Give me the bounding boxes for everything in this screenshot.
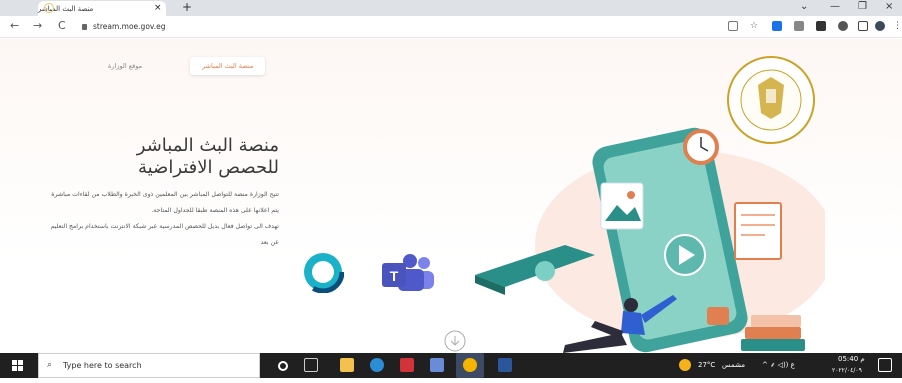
browser-tab[interactable]: منصة البث المباشر × [38,1,166,16]
minimize-button[interactable]: — [830,1,840,13]
back-button[interactable]: ← [10,19,19,33]
weather-sun-icon[interactable] [679,359,691,371]
tab-close-icon[interactable]: × [154,4,162,13]
close-window-button[interactable]: × [885,1,893,13]
profile-avatar[interactable] [875,21,885,31]
lock-icon [82,24,87,30]
extension-blue-icon[interactable] [772,21,782,31]
nav-ministry-site[interactable]: موقع الوزارة [108,57,142,75]
reload-button[interactable]: C [58,19,66,33]
address-toolbar: ← → C stream.moe.gov.eg ☆ ⋮ [0,16,902,38]
taskbar-search-box[interactable]: ⌕ Type here to search [38,353,260,378]
chrome-icon[interactable] [463,358,477,372]
task-view-icon[interactable] [304,358,318,372]
side-panel-icon[interactable] [858,21,868,31]
word-icon[interactable] [498,358,512,372]
extensions-puzzle-icon[interactable] [838,21,848,31]
store-icon[interactable] [400,358,414,372]
hero-description-line2: يتم اعلانها على هذه المنصة طبقا للجداول … [151,207,279,214]
teams-app-icon[interactable]: T [380,253,438,293]
hero-description-line4: عن بعد [260,239,279,246]
nav-stream-platform[interactable]: منصة البث المباشر [190,57,266,75]
windows-start-icon[interactable] [12,360,24,372]
url-text: stream.moe.gov.eg [93,22,166,31]
forward-button[interactable]: → [33,19,42,33]
weather-temp[interactable]: 27°C [698,353,715,378]
tray-date[interactable]: ٢٠٢٢/٠٤/٠٩ [832,358,862,383]
webpage: منصة البث المباشر موقع الوزارة منصة البث… [0,39,902,353]
search-placeholder: Type here to search [63,361,142,370]
extension-camera-icon[interactable] [794,21,804,31]
browser-tab-bar: منصة البث المباشر × + ⌄ — ❐ × [0,0,902,16]
hero-title-line2: للحصص الافتراضية [137,157,279,178]
site-favicon-icon [44,3,54,13]
svg-text:T: T [390,268,399,284]
tray-symbols[interactable]: ^ ⸙ ◁)) ع [762,353,795,378]
maximize-button[interactable]: ❐ [858,1,867,13]
file-explorer-icon[interactable] [340,358,354,372]
hero-illustration [475,127,825,353]
hero-description: تتيح الوزارة منصة للتواصل المباشر بين ال… [29,187,279,251]
hero-description-line1: تتيح الوزارة منصة للتواصل المباشر بين ال… [51,191,279,198]
share-icon[interactable] [728,21,738,31]
webex-app-icon[interactable] [302,251,344,293]
edge-icon[interactable] [370,358,384,372]
notification-icon[interactable] [878,358,892,372]
extension-dark-icon[interactable] [816,21,826,31]
weather-desc: مشمس [722,361,745,369]
new-tab-button[interactable]: + [182,1,192,13]
bookmark-star-icon[interactable]: ☆ [750,21,760,31]
menu-dots-icon[interactable]: ⋮ [893,21,902,31]
cortana-icon[interactable] [278,361,288,371]
windows-taskbar: ⌕ Type here to search 27°C مشمس ^ ⸙ ◁)) … [0,353,902,378]
app-icon[interactable] [430,358,444,372]
hero-title-line1: منصة البث المباشر [136,135,279,156]
hero-description-line3: تهدف الى تواصل فعال بديل للحصص المدرسية … [50,223,279,230]
search-icon: ⌕ [47,360,53,370]
tab-search-dropdown-icon[interactable]: ⌄ [800,1,808,13]
